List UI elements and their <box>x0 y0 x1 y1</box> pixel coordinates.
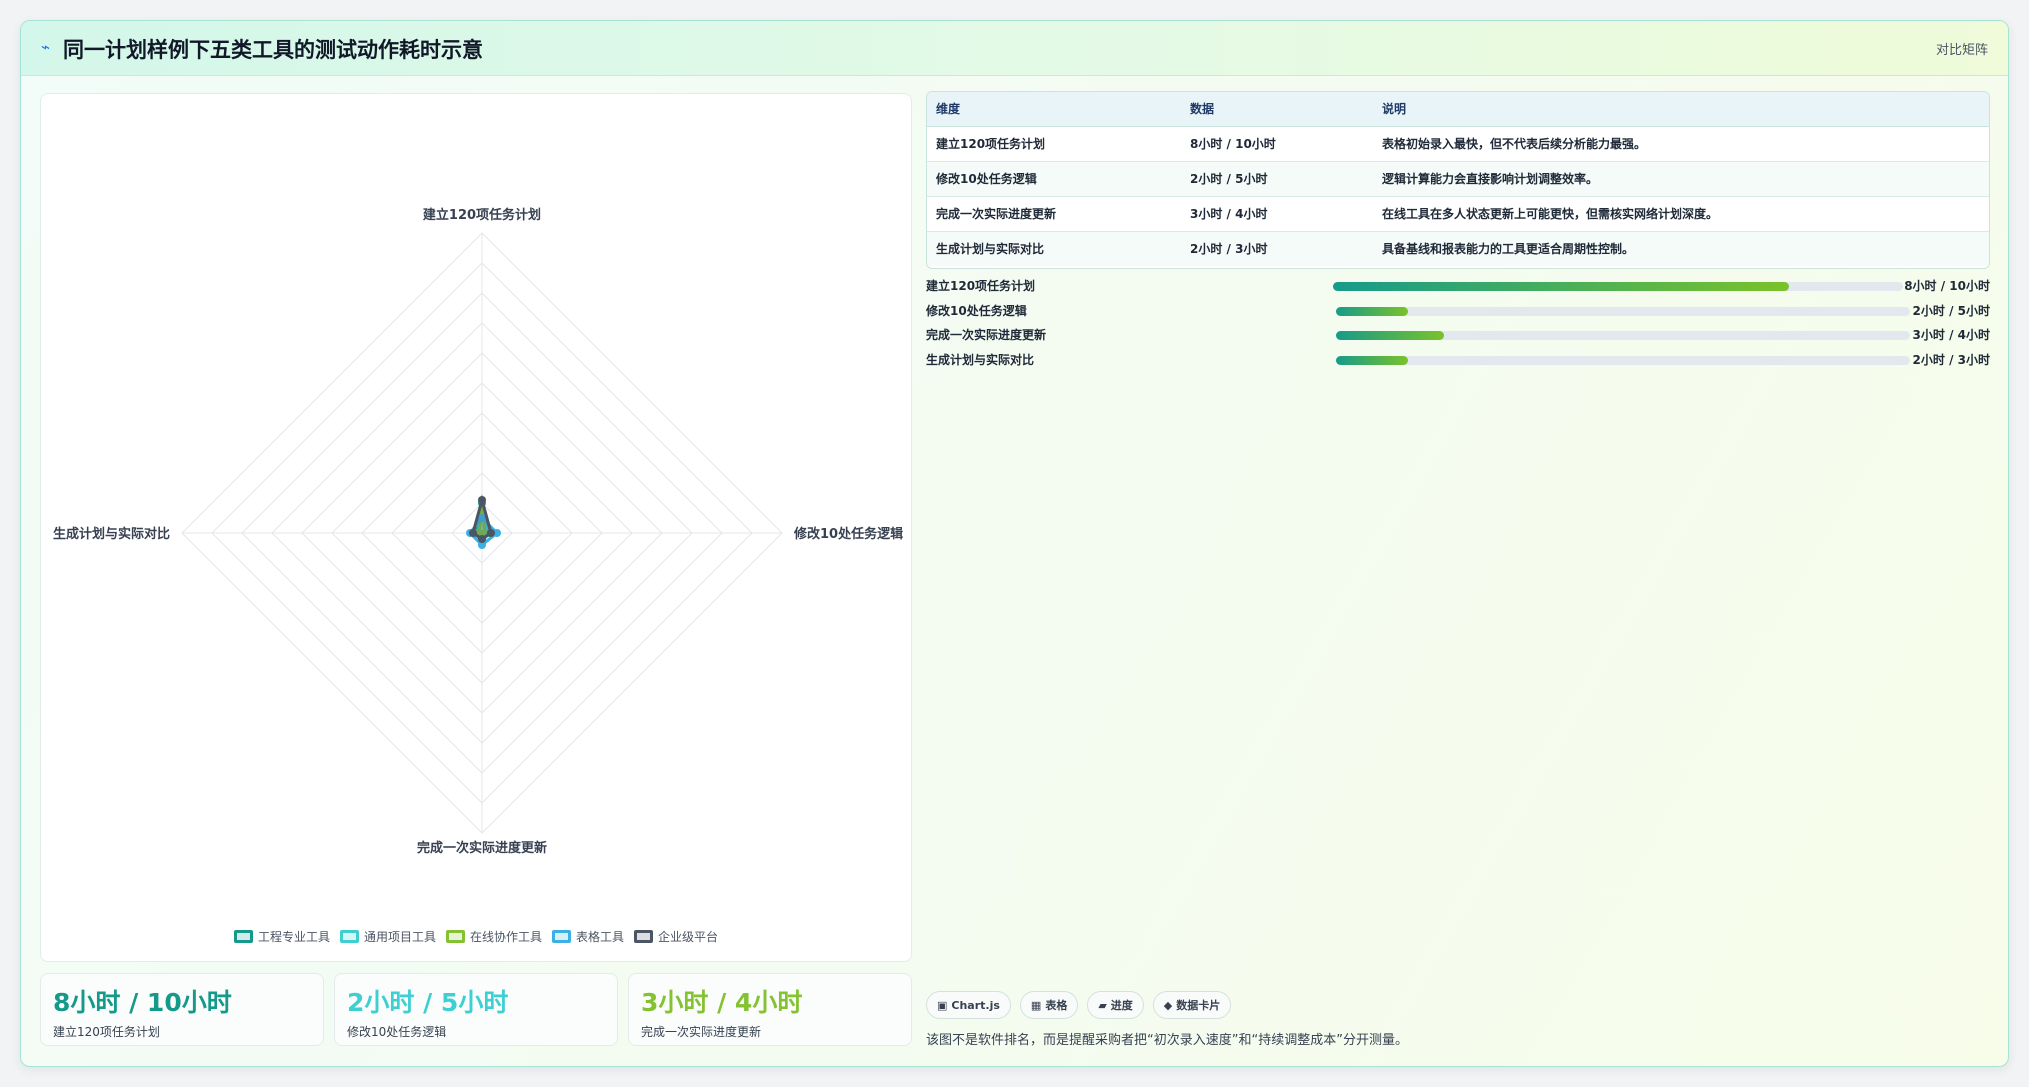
page-title: 同一计划样例下五类工具的测试动作耗时示意 <box>63 38 483 62</box>
progress-track <box>1333 282 1903 291</box>
progress-track <box>1336 355 1910 365</box>
bar-label: 修改10处任务逻辑 <box>926 303 1027 318</box>
column-header-dimension: 维度 <box>927 92 1181 127</box>
chip-icon: ▦ <box>1030 998 1042 1012</box>
table-row: 完成一次实际进度更新 3小时 / 4小时 在线工具在多人状态更新上可能更快，但需核实… <box>927 196 1989 232</box>
table-cell: 逻辑计算能力会直接影响计划调整效率。 <box>1373 161 1989 197</box>
chip-icon: ▰ <box>1098 998 1107 1012</box>
table-cell: 3小时 / 4小时 <box>1181 196 1373 232</box>
legend-item[interactable]: 工程专业工具 <box>233 928 330 945</box>
legend-label: 企业级平台 <box>658 930 719 944</box>
table-cell: 建立120项任务计划 <box>927 126 1181 162</box>
radar-axis-label: 完成一次实际进度更新 <box>417 840 547 856</box>
radar-axis-label: 修改10处任务逻辑 <box>793 526 903 542</box>
bar-row: 完成一次实际进度更新 3小时 / 4小时 <box>926 326 1990 351</box>
chip-2[interactable]: ▰ 进度 <box>1087 991 1144 1019</box>
table-cell: 生成计划与实际对比 <box>927 231 1181 266</box>
stat-value: 3小时 / 4小时 <box>641 988 803 1017</box>
radar-data-point[interactable] <box>478 535 486 543</box>
chip-1[interactable]: ▦ 表格 <box>1019 991 1079 1019</box>
progress-track <box>1336 331 1910 340</box>
table-header-row: 维度 数据 说明 <box>927 92 1989 127</box>
progress-fill <box>1336 306 1408 316</box>
bar-value: 3小时 / 4小时 <box>1912 328 1990 342</box>
bar-row: 修改10处任务逻辑 2小时 / 5小时 <box>926 302 1990 327</box>
progress-bars: 建立120项任务计划 8小时 / 10小时修改10处任务逻辑 2小时 / 5小时完成… <box>926 277 1990 375</box>
legend-item[interactable]: 在线协作工具 <box>445 928 542 945</box>
table-cell: 表格初始录入最快，但不代表后续分析能力最强。 <box>1373 126 1989 162</box>
legend-label: 工程专业工具 <box>257 930 330 944</box>
table-row: 生成计划与实际对比 2小时 / 3小时 具备基线和报表能力的工具更适合周期性控制。 <box>927 231 1989 266</box>
chip-0[interactable]: ▣ Chart.js <box>926 991 1011 1019</box>
radar-data-point[interactable] <box>469 529 477 537</box>
dashboard-frame: ⌁ 同一计划样例下五类工具的测试动作耗时示意 对比矩阵 建立120项任务计划 修改… <box>20 20 2009 1067</box>
stat-value: 8小时 / 10小时 <box>53 988 232 1017</box>
header: ⌁ 同一计划样例下五类工具的测试动作耗时示意 对比矩阵 <box>21 21 2008 76</box>
bar-label: 建立120项任务计划 <box>926 279 1036 293</box>
column-header-description: 说明 <box>1373 92 1989 127</box>
radar-data-point[interactable] <box>487 529 495 537</box>
legend-swatch <box>233 930 253 943</box>
progress-fill <box>1336 331 1444 340</box>
table-cell: 在线工具在多人状态更新上可能更快，但需核实网络计划深度。 <box>1373 196 1989 232</box>
chart-icon: ⌁ <box>41 38 51 56</box>
bar-label: 完成一次实际进度更新 <box>926 328 1047 342</box>
legend-swatch <box>339 930 359 943</box>
stat-value: 2小时 / 5小时 <box>347 988 509 1017</box>
legend-label: 通用项目工具 <box>363 930 436 944</box>
data-table: 维度 数据 说明 建立120项任务计划 8小时 / 10小时 表格初始录入最快，但不… <box>927 92 1989 266</box>
chart-legend: 工程专业工具 通用项目工具 在线协作工具 表格工具 企业级平台 <box>41 928 911 945</box>
table-cell: 2小时 / 3小时 <box>1181 231 1373 266</box>
radar-axis-label: 生成计划与实际对比 <box>53 526 170 542</box>
stat-cards: 8小时 / 10小时 建立120项任务计划 2小时 / 5小时 修改10处任务逻辑 3小… <box>40 973 912 1046</box>
chip-label: 表格 <box>1045 999 1068 1012</box>
bar-value: 8小时 / 10小时 <box>1904 279 1990 293</box>
table-cell: 8小时 / 10小时 <box>1181 126 1373 162</box>
radar-axis-label: 建立120项任务计划 <box>423 207 541 223</box>
bar-label: 生成计划与实际对比 <box>926 352 1035 367</box>
table-cell: 2小时 / 5小时 <box>1181 161 1373 197</box>
radar-data-point[interactable] <box>478 496 486 504</box>
chip-label: 进度 <box>1110 999 1133 1012</box>
legend-item[interactable]: 表格工具 <box>552 928 624 945</box>
table-row: 建立120项任务计划 8小时 / 10小时 表格初始录入最快，但不代表后续分析能力最… <box>927 126 1989 162</box>
chip-label: 数据卡片 <box>1176 999 1221 1012</box>
legend-label: 表格工具 <box>576 930 625 944</box>
comparison-matrix-tag: 对比矩阵 <box>1935 43 1988 58</box>
stat-card: 2小时 / 5小时修改10处任务逻辑 <box>334 973 618 1046</box>
progress-fill <box>1333 282 1789 291</box>
column-header-data: 数据 <box>1181 92 1373 127</box>
table-cell: 完成一次实际进度更新 <box>927 196 1181 232</box>
stat-label: 完成一次实际进度更新 <box>641 1025 762 1039</box>
bar-value: 2小时 / 3小时 <box>1912 352 1990 367</box>
table-cell: 具备基线和报表能力的工具更适合周期性控制。 <box>1373 231 1989 266</box>
table-cell: 修改10处任务逻辑 <box>927 161 1181 197</box>
legend-swatch <box>634 930 654 943</box>
progress-fill <box>1336 355 1408 365</box>
bar-row: 建立120项任务计划 8小时 / 10小时 <box>926 277 1990 302</box>
legend-label: 在线协作工具 <box>469 930 542 944</box>
table-row: 修改10处任务逻辑 2小时 / 5小时 逻辑计算能力会直接影响计划调整效率。 <box>927 161 1989 197</box>
radar-chart[interactable]: 建立120项任务计划修改10处任务逻辑完成一次实际进度更新 生成计划与实际对比 <box>41 94 913 914</box>
bar-value: 2小时 / 5小时 <box>1912 303 1990 318</box>
legend-swatch <box>445 930 465 943</box>
chip-icon: ▣ <box>937 998 948 1012</box>
stat-label: 修改10处任务逻辑 <box>347 1025 447 1039</box>
stat-label: 建立120项任务计划 <box>53 1025 160 1039</box>
legend-item[interactable]: 企业级平台 <box>634 928 718 945</box>
chip-3[interactable]: ◆ 数据卡片 <box>1152 991 1232 1019</box>
radar-chart-card: 建立120项任务计划修改10处任务逻辑完成一次实际进度更新 生成计划与实际对比 工… <box>40 93 912 962</box>
data-table-card: 维度 数据 说明 建立120项任务计划 8小时 / 10小时 表格初始录入最快，但不… <box>926 91 1990 269</box>
feature-chips: ▣ Chart.js ▦ 表格 ▰ 进度 ◆ 数据卡片 <box>926 991 1232 1019</box>
legend-swatch <box>552 930 571 943</box>
stat-card: 8小时 / 10小时建立120项任务计划 <box>40 973 324 1046</box>
chip-icon: ◆ <box>1163 998 1173 1012</box>
stat-card: 3小时 / 4小时完成一次实际进度更新 <box>628 973 912 1046</box>
footnote: 该图不是软件排名，而是提醒采购者把“初次录入速度”和“持续调整成本”分开测量。 <box>926 1033 1408 1048</box>
bar-row: 生成计划与实际对比 2小时 / 3小时 <box>926 351 1990 376</box>
chip-label: Chart.js <box>951 998 1000 1012</box>
progress-track <box>1336 306 1910 316</box>
legend-item[interactable]: 通用项目工具 <box>339 928 436 945</box>
